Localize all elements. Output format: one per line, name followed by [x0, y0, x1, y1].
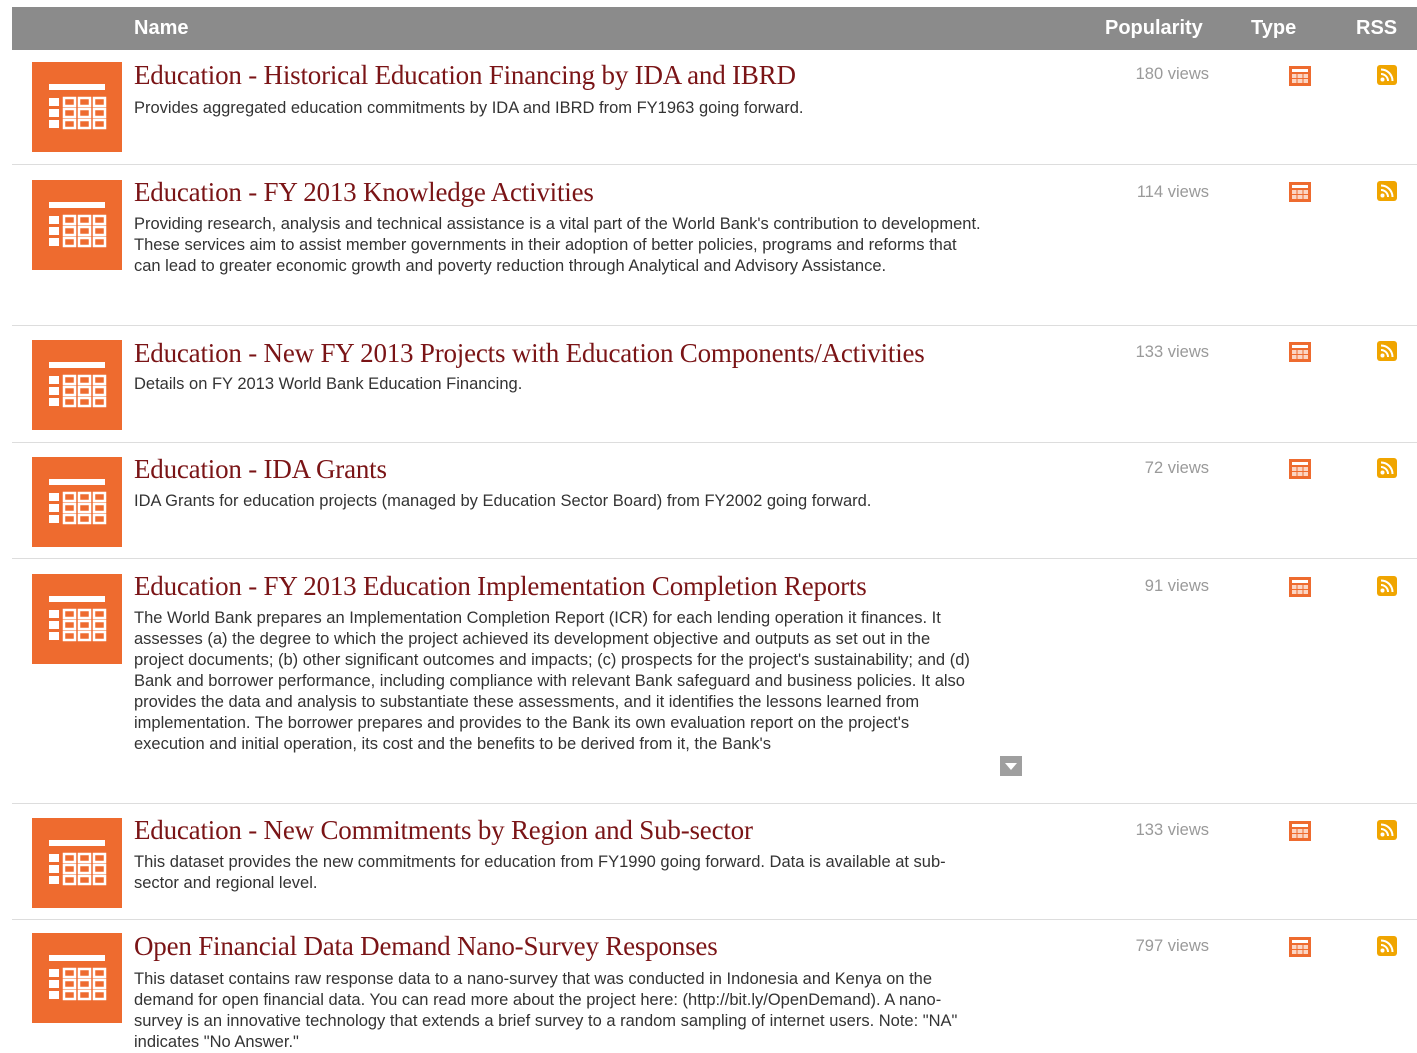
table-dataset-icon[interactable]	[32, 340, 122, 430]
column-header-rss[interactable]: RSS	[1356, 17, 1397, 40]
rss-feed-icon[interactable]	[1377, 65, 1397, 85]
dataset-row: Education - IDA Grants IDA Grants for ed…	[12, 443, 1417, 559]
table-type-icon[interactable]	[1289, 182, 1311, 202]
dataset-title-link[interactable]: Education - Historical Education Financi…	[134, 60, 796, 91]
dataset-title-link[interactable]: Education - FY 2013 Knowledge Activities	[134, 177, 594, 208]
dataset-views: 797 views	[1135, 937, 1209, 955]
dataset-views: 180 views	[1135, 65, 1209, 83]
rss-feed-icon[interactable]	[1377, 458, 1397, 478]
dataset-row: Education - FY 2013 Education Implementa…	[12, 559, 1417, 804]
dataset-title-link[interactable]: Education - IDA Grants	[134, 454, 387, 485]
rss-feed-icon[interactable]	[1377, 576, 1397, 596]
dataset-row: Education - FY 2013 Knowledge Activities…	[12, 165, 1417, 326]
dataset-description: This dataset provides the new commitment…	[134, 853, 946, 892]
column-header-name[interactable]: Name	[134, 17, 188, 40]
dataset-views: 114 views	[1136, 183, 1209, 201]
dataset-description: Provides aggregated education commitment…	[134, 99, 804, 117]
expand-description-button[interactable]	[1000, 756, 1022, 776]
table-dataset-icon[interactable]	[32, 180, 122, 270]
dataset-description: This dataset contains raw response data …	[134, 970, 958, 1051]
dataset-title-link[interactable]: Open Financial Data Demand Nano-Survey R…	[134, 931, 718, 962]
dataset-title-link[interactable]: Education - New Commitments by Region an…	[134, 815, 753, 846]
table-dataset-icon[interactable]	[32, 933, 122, 1023]
dataset-views: 133 views	[1135, 343, 1209, 361]
table-type-icon[interactable]	[1289, 342, 1311, 362]
table-dataset-icon[interactable]	[32, 457, 122, 547]
table-type-icon[interactable]	[1289, 821, 1311, 841]
dataset-title-link[interactable]: Education - New FY 2013 Projects with Ed…	[134, 338, 925, 369]
rss-feed-icon[interactable]	[1377, 820, 1397, 840]
dataset-row: Open Financial Data Demand Nano-Survey R…	[12, 920, 1417, 1053]
table-type-icon[interactable]	[1289, 577, 1311, 597]
rss-feed-icon[interactable]	[1377, 936, 1397, 956]
dataset-row: Education - Historical Education Financi…	[12, 50, 1417, 165]
dataset-description: The World Bank prepares an Implementatio…	[134, 609, 970, 753]
table-type-icon[interactable]	[1289, 937, 1311, 957]
rss-feed-icon[interactable]	[1377, 181, 1397, 201]
dataset-views: 133 views	[1135, 821, 1209, 839]
dataset-title-link[interactable]: Education - FY 2013 Education Implementa…	[134, 571, 867, 602]
table-dataset-icon[interactable]	[32, 574, 122, 664]
column-header-type[interactable]: Type	[1251, 17, 1296, 40]
rss-feed-icon[interactable]	[1377, 341, 1397, 361]
column-header-popularity[interactable]: Popularity	[1105, 17, 1203, 40]
dataset-description: Details on FY 2013 World Bank Education …	[134, 375, 523, 393]
table-type-icon[interactable]	[1289, 66, 1311, 86]
dataset-row: Education - New FY 2013 Projects with Ed…	[12, 326, 1417, 443]
dataset-views: 72 views	[1144, 459, 1209, 477]
dataset-description: IDA Grants for education projects (manag…	[134, 492, 872, 510]
table-dataset-icon[interactable]	[32, 62, 122, 152]
dataset-row: Education - New Commitments by Region an…	[12, 804, 1417, 920]
table-type-icon[interactable]	[1289, 459, 1311, 479]
table-header: Name Popularity Type RSS	[12, 7, 1417, 50]
dataset-description: Providing research, analysis and technic…	[134, 215, 981, 275]
dataset-views: 91 views	[1144, 577, 1209, 595]
table-dataset-icon[interactable]	[32, 818, 122, 908]
